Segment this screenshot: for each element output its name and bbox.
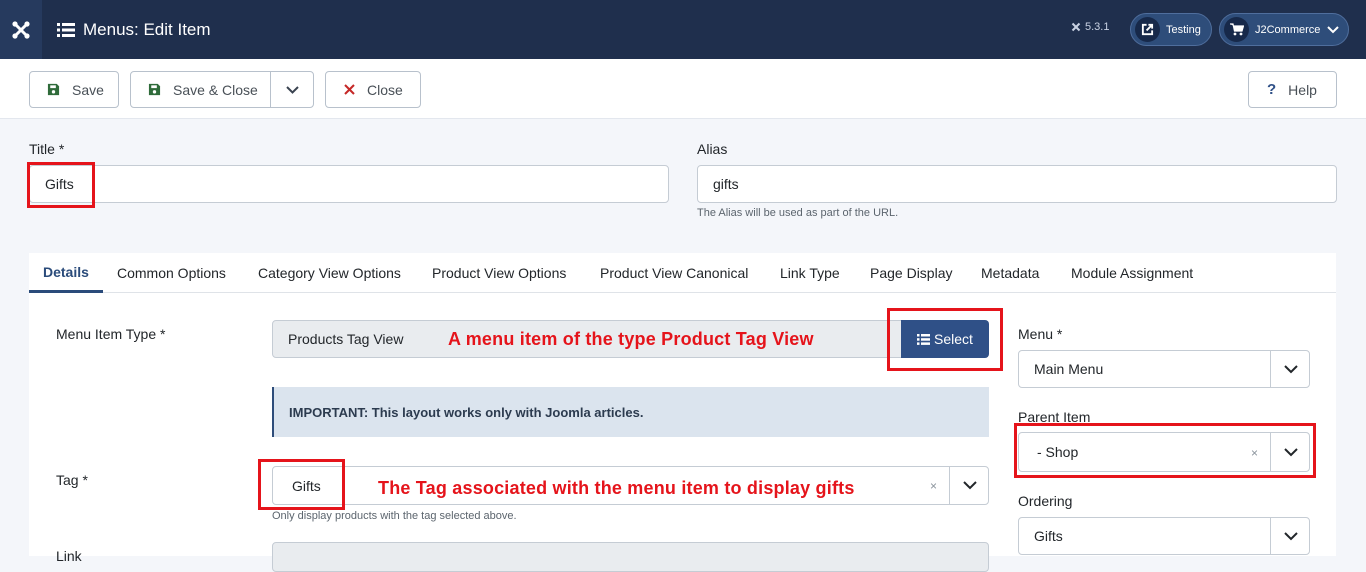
menu-select[interactable]: Main Menu: [1018, 350, 1310, 388]
tab-metadata[interactable]: Metadata: [967, 253, 1053, 293]
chevron-down-icon: [1327, 25, 1340, 34]
save-close-label: Save & Close: [173, 81, 258, 98]
joomla-small-icon: [1071, 22, 1081, 32]
save-label: Save: [72, 81, 104, 98]
menu-value: Main Menu: [1034, 361, 1104, 377]
chevron-down-icon: [962, 481, 977, 490]
save-icon: [148, 83, 161, 96]
tab-common-options[interactable]: Common Options: [103, 253, 240, 293]
page-title: Menus: Edit Item: [83, 19, 211, 39]
j2commerce-label: J2Commerce: [1255, 23, 1321, 36]
save-icon: [47, 83, 60, 96]
help-label: Help: [1288, 81, 1317, 98]
tab-product-view-options[interactable]: Product View Options: [418, 253, 580, 293]
save-options-dropdown[interactable]: [271, 72, 314, 107]
title-label: Title *: [29, 141, 65, 157]
title-highlight-box: [27, 162, 95, 208]
cart-icon: [1224, 17, 1249, 42]
ordering-select[interactable]: Gifts: [1018, 517, 1310, 555]
close-icon: [344, 84, 355, 95]
top-header: Menus: Edit Item 5.3.1 Testing J2Commerc…: [0, 0, 1366, 59]
title-input[interactable]: Gifts: [29, 165, 669, 203]
important-notice: IMPORTANT: This layout works only with J…: [272, 387, 989, 437]
menu-type-annotation: A menu item of the type Product Tag View: [448, 329, 814, 349]
version-text: 5.3.1: [1085, 21, 1110, 33]
parent-highlight-box: [1014, 423, 1316, 478]
ordering-dropdown-toggle[interactable]: [1270, 518, 1310, 554]
j2commerce-menu[interactable]: J2Commerce: [1219, 13, 1349, 46]
testing-label: Testing: [1166, 23, 1201, 36]
testing-site-link[interactable]: Testing: [1130, 13, 1212, 46]
external-link-icon: [1135, 17, 1160, 42]
alias-hint: The Alias will be used as part of the UR…: [697, 207, 899, 219]
chevron-down-icon: [286, 85, 299, 94]
menu-dropdown-toggle[interactable]: [1270, 351, 1310, 387]
joomla-logo[interactable]: [0, 0, 42, 59]
tab-module-assignment[interactable]: Module Assignment: [1057, 253, 1207, 293]
tab-product-view-canonical[interactable]: Product View Canonical: [586, 253, 762, 293]
tag-clear-button[interactable]: ×: [930, 479, 937, 493]
alias-value: gifts: [713, 176, 739, 192]
action-toolbar: Save Save & Close Close ? Help: [0, 59, 1366, 119]
close-label: Close: [367, 81, 403, 98]
tab-page-display[interactable]: Page Display: [856, 253, 967, 293]
tab-details[interactable]: Details: [29, 253, 103, 293]
tag-label: Tag *: [56, 472, 88, 488]
version-info: 5.3.1: [1071, 21, 1109, 33]
chevron-down-icon: [1283, 531, 1298, 540]
save-close-button[interactable]: Save & Close: [130, 71, 314, 108]
alias-label: Alias: [697, 141, 728, 157]
alias-input[interactable]: gifts: [697, 165, 1337, 203]
tab-link-type[interactable]: Link Type: [766, 253, 854, 293]
tag-highlight-box: [258, 459, 345, 510]
menu-item-type-value: Products Tag View: [288, 331, 404, 347]
menu-list-icon: [57, 22, 75, 38]
tag-dropdown-toggle[interactable]: [949, 467, 989, 504]
close-button[interactable]: Close: [325, 71, 421, 108]
help-button[interactable]: ? Help: [1248, 71, 1337, 108]
tab-bar: Details Common Options Category View Opt…: [29, 253, 1336, 293]
ordering-value: Gifts: [1034, 528, 1063, 544]
question-icon: ?: [1267, 81, 1277, 98]
link-label: Link: [56, 548, 82, 564]
select-highlight-box: [887, 308, 1003, 371]
tab-category-view-options[interactable]: Category View Options: [244, 253, 415, 293]
save-button[interactable]: Save: [29, 71, 119, 108]
joomla-icon: [12, 20, 30, 39]
chevron-down-icon: [1283, 364, 1298, 373]
tag-hint: Only display products with the tag selec…: [272, 510, 517, 522]
tag-annotation: The Tag associated with the menu item to…: [378, 478, 855, 498]
ordering-label: Ordering: [1018, 493, 1073, 509]
link-field: [272, 542, 989, 572]
menu-item-type-label: Menu Item Type *: [56, 326, 166, 342]
menu-label: Menu *: [1018, 326, 1063, 342]
